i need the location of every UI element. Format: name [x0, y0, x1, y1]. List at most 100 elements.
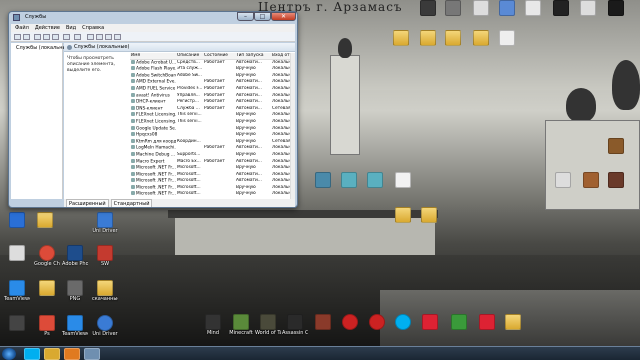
desktop-icon-bottom-9[interactable] [446, 314, 472, 330]
table-row[interactable]: Microsoft .NET Fr... Microsoft... Вручную Л… [130, 165, 295, 172]
desktop-icon-left-11[interactable] [4, 245, 30, 261]
taskbar-explorer-icon[interactable] [44, 348, 60, 360]
column-description[interactable]: Описание [176, 53, 203, 59]
back-icon[interactable] [14, 34, 21, 40]
assassin-creed-icon[interactable]: Assassin Creed [282, 314, 308, 336]
folder-icon[interactable] [34, 280, 60, 296]
taskbar-player-icon[interactable] [64, 348, 80, 360]
minecraft-icon[interactable]: Minecraft [228, 314, 254, 336]
desktop-icon-left-4[interactable]: SW [92, 245, 118, 267]
menu-action[interactable]: Действие [35, 24, 60, 32]
desktop-icon-left-0[interactable] [4, 212, 30, 228]
minimize-button[interactable]: – [237, 12, 254, 21]
pause-service-icon[interactable] [105, 34, 112, 40]
folder-icon[interactable] [440, 30, 466, 46]
desktop-icon[interactable] [362, 172, 388, 188]
start-service-icon[interactable] [87, 34, 94, 40]
desktop-icon[interactable] [578, 172, 604, 188]
desktop-icon-bottom-0[interactable]: Mind [200, 314, 226, 336]
world-of-tanks-icon[interactable]: World of Tanks [255, 314, 281, 336]
chrome-icon[interactable]: Google Chrome [34, 245, 60, 267]
column-status[interactable]: Состояние [203, 53, 235, 59]
desktop-icon-bottom-5[interactable] [337, 314, 363, 330]
menu-view[interactable]: Вид [66, 24, 76, 32]
start-button[interactable] [2, 348, 16, 360]
menu-help[interactable]: Справка [82, 24, 104, 32]
table-row[interactable]: Adobe Acrobat U... Средств... Работает Авто… [130, 59, 295, 67]
desktop-icon[interactable] [603, 172, 629, 188]
help-icon[interactable] [63, 34, 70, 40]
table-row[interactable]: FLEXnet Licensing... This servi... Вручную… [130, 112, 295, 119]
table-row[interactable]: KtmRm для коорди...Координ...ВручнуюСете… [130, 138, 295, 146]
desktop-icon[interactable] [336, 172, 362, 188]
desktop-icon-left-13[interactable]: Uni Driver [92, 212, 118, 234]
file-icon[interactable] [390, 172, 416, 188]
desktop-icon[interactable] [550, 172, 576, 188]
table-row[interactable]: FLEXnet Licensing... This servi... Вручную… [130, 118, 295, 126]
table-row[interactable]: Microsoft .NET Fr... Microsoft... Автомати… [130, 178, 295, 185]
view-icon[interactable] [34, 34, 41, 40]
table-row[interactable]: Microsoft .NET Fr... Microsoft... Автомати… [130, 171, 295, 179]
desktop-icon[interactable] [520, 0, 546, 16]
table-row[interactable]: AMD External Eve... Работает Автомати... Ло… [130, 79, 295, 86]
desktop-icon-left-1[interactable] [32, 212, 58, 228]
desktop-icon-bottom-6[interactable] [364, 314, 390, 330]
desktop-icon-left-12[interactable]: Ps [34, 315, 60, 337]
table-row[interactable]: Adobe SwitchBoard Adobe Sw... Вручную Локал… [130, 72, 295, 80]
table-row[interactable]: LogMeIn Hamachi... Работает Автомати... Лок… [130, 145, 295, 152]
table-row[interactable]: avast! Antivirus Управля... Работает Автома… [130, 92, 295, 100]
table-row[interactable]: Adobe Flash Playe... Этa служ... Вручную Ло… [130, 66, 295, 73]
desktop-icon[interactable] [415, 0, 441, 16]
tree-node-services[interactable]: Службы (локальны [11, 43, 66, 51]
folder-icon[interactable] [416, 207, 442, 223]
file-icon[interactable] [494, 30, 520, 46]
window-titlebar[interactable]: Службы – □ ✕ [9, 12, 297, 23]
taskbar-skype-icon[interactable] [24, 348, 40, 360]
table-row[interactable]: Google Update Se... Вручную Локальн... [130, 125, 295, 133]
close-button[interactable]: ✕ [271, 12, 296, 21]
desktop-icon-left-10[interactable] [4, 315, 30, 331]
table-row[interactable]: Microsoft .NET Fr... Microsoft... Вручную Л… [130, 191, 295, 198]
desktop-icon[interactable] [468, 0, 494, 16]
folder-icon[interactable] [390, 207, 416, 223]
tab-extended[interactable]: Расширенный [66, 199, 109, 207]
table-row[interactable]: DNS-клиент Служба ... Работает Автомати... С… [130, 105, 295, 113]
table-row[interactable]: Microsoft .NET Fr... Microsoft... Вручную Л… [130, 184, 295, 192]
desktop-icon-left-14[interactable]: TeamViewer [62, 315, 88, 337]
skype-icon[interactable] [390, 314, 416, 330]
folder-icon[interactable] [415, 30, 441, 46]
forward-icon[interactable] [23, 34, 30, 40]
desktop-icon[interactable] [603, 0, 629, 16]
column-startup-type[interactable]: Тип запуска [235, 53, 271, 59]
photoshop-icon[interactable]: Adobe Photosh... [62, 245, 88, 267]
export-icon[interactable] [52, 34, 59, 40]
properties-icon[interactable] [74, 34, 81, 40]
vertical-scrollbar[interactable] [290, 53, 295, 199]
table-row[interactable]: Hpqcxs08 Вручную Локальн... [130, 132, 295, 139]
desktop-icon-bottom-4[interactable] [310, 314, 336, 330]
desktop-icon[interactable] [440, 0, 466, 16]
teamviewer-icon[interactable]: TeamViewer [4, 280, 30, 302]
table-row[interactable]: Machine Debug ... Supports... Вручную Локал… [130, 151, 295, 159]
maximize-button[interactable]: □ [254, 12, 271, 21]
restart-service-icon[interactable] [114, 34, 121, 40]
desktop-icon-bottom-8b[interactable] [474, 314, 500, 330]
desktop-icon[interactable] [548, 0, 574, 16]
services-window[interactable]: Службы – □ ✕ Файл Действие Вид Справка С… [8, 11, 298, 208]
folder-icon[interactable] [468, 30, 494, 46]
desktop-icon-left-8[interactable]: PNG [62, 280, 88, 302]
table-row[interactable]: AMD FUEL Service Provides F... Работает Авт… [130, 85, 295, 93]
taskbar-services-icon[interactable] [84, 348, 100, 360]
desktop-icon-bottom-8[interactable] [417, 314, 443, 330]
stop-service-icon[interactable] [96, 34, 103, 40]
desktop-icon[interactable] [310, 172, 336, 188]
tab-standard[interactable]: Стандартный [110, 199, 153, 207]
column-name[interactable]: Имя [130, 53, 176, 59]
desktop-icon[interactable] [603, 138, 629, 154]
table-row[interactable]: DHCP-клиент Регистр... Работает Автомати...… [130, 99, 295, 106]
folder-icon[interactable]: скачанные программы [92, 280, 118, 302]
menu-file[interactable]: Файл [15, 24, 29, 32]
folder-icon[interactable] [500, 314, 526, 330]
table-row[interactable]: Macro Expert Macro Ex... Работает Автомати.… [130, 158, 295, 166]
desktop-icon[interactable] [494, 0, 520, 16]
